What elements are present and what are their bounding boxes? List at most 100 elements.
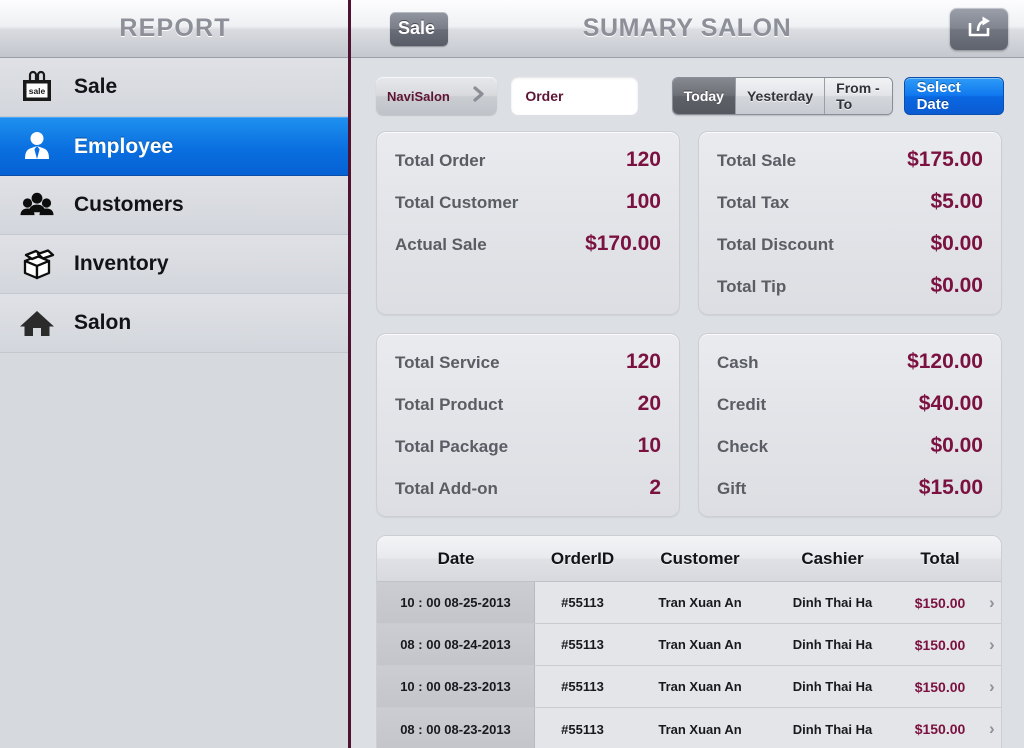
column-header-date: Date	[437, 548, 475, 568]
cell-cashier: Dinh Thai Ha	[792, 721, 873, 737]
summary-cards-area: Total Order 120 Total Customer 100 Actua…	[350, 120, 1024, 517]
stat-value: 120	[625, 350, 661, 373]
cell-orderid: #55113	[561, 595, 604, 610]
sale-summary-card: Total Sale $175.00 Total Tax $5.00 Total…	[698, 131, 1002, 315]
table-header: Date OrderID Customer Cashier Total	[377, 536, 1001, 582]
salon-select-label: NaviSalon	[387, 88, 450, 104]
table-row[interactable]: 10 : 00 08-25-2013 #55113 Tran Xuan An D…	[377, 582, 1001, 624]
stat-value: $0.00	[930, 434, 983, 457]
stat-value: 2	[649, 476, 661, 499]
cell-date: 10 : 00 08-23-2013	[377, 666, 535, 707]
back-button[interactable]: Sale	[390, 11, 449, 46]
orders-table: Date OrderID Customer Cashier Total 10 :…	[376, 535, 1002, 748]
stat-actual-sale: Actual Sale $170.00	[385, 232, 661, 256]
cards-row-bottom: Total Service 120 Total Product 20 Total…	[376, 333, 1002, 517]
payment-summary-card: Cash $120.00 Credit $40.00 Check $0.00 G…	[698, 333, 1002, 517]
stat-value: $175.00	[907, 148, 983, 171]
stat-label: Total Tax	[717, 193, 790, 212]
cell-total: $150.00	[914, 678, 966, 695]
stat-value: $0.00	[930, 274, 983, 297]
select-date-button[interactable]: Select Date	[903, 77, 1004, 115]
share-export-icon	[965, 12, 993, 45]
items-summary-card: Total Service 120 Total Product 20 Total…	[376, 333, 680, 517]
column-header-total: Total	[920, 548, 960, 568]
sidebar-header: REPORT	[0, 0, 350, 58]
stat-value: $15.00	[918, 476, 983, 499]
sidebar-item-label: Sale	[74, 75, 118, 98]
sidebar: REPORT sale Sale Employee Customers Inve…	[0, 0, 350, 748]
cell-total: $150.00	[914, 721, 966, 737]
cell-customer: Tran Xuan An	[658, 595, 742, 610]
table-row[interactable]: 10 : 00 08-23-2013 #55113 Tran Xuan An D…	[377, 666, 1001, 708]
cell-date: 08 : 00 08-24-2013	[377, 624, 535, 665]
cell-orderid: #55113	[561, 679, 604, 694]
order-field[interactable]	[511, 77, 638, 115]
table-row[interactable]: 08 : 00 08-24-2013 #55113 Tran Xuan An D…	[377, 624, 1001, 666]
chevron-right-icon	[472, 85, 486, 108]
chevron-right-icon: ›	[989, 634, 995, 654]
sidebar-item-inventory[interactable]: Inventory	[0, 235, 350, 294]
stat-value: $5.00	[930, 190, 983, 213]
range-yesterday-button[interactable]: Yesterday	[735, 78, 826, 114]
chevron-right-icon: ›	[989, 719, 995, 738]
cell-orderid: #55113	[561, 721, 604, 737]
stat-total-addon: Total Add-on 2	[385, 476, 661, 500]
sidebar-item-employee[interactable]: Employee	[0, 117, 350, 176]
stat-gift: Gift $15.00	[707, 476, 983, 500]
stat-value: $170.00	[585, 232, 661, 255]
stat-label: Cash	[717, 353, 759, 372]
sidebar-item-label: Customers	[74, 193, 184, 216]
stat-total-sale: Total Sale $175.00	[707, 148, 983, 172]
column-header-orderid: OrderID	[550, 548, 615, 568]
customers-icon	[14, 183, 60, 227]
stat-label: Total Add-on	[395, 479, 498, 498]
cell-cashier: Dinh Thai Ha	[792, 595, 873, 610]
order-input[interactable]	[525, 88, 624, 104]
panel-divider	[348, 0, 351, 748]
stat-credit: Credit $40.00	[707, 392, 983, 416]
range-from-to-button[interactable]: From - To	[825, 78, 892, 114]
stat-label: Total Tip	[717, 277, 787, 296]
cell-date: 08 : 00 08-23-2013	[377, 708, 535, 748]
share-button[interactable]	[950, 7, 1008, 50]
date-range-segmented-control[interactable]: Today Yesterday From - To	[671, 77, 893, 115]
sidebar-item-label: Employee	[74, 134, 174, 158]
main-header: Sale SUMARY SALON	[350, 0, 1024, 58]
cell-customer: Tran Xuan An	[658, 721, 742, 737]
salon-select[interactable]: NaviSalon	[376, 77, 498, 115]
stat-label: Total Order	[395, 151, 486, 170]
page-title: SUMARY SALON	[582, 14, 792, 42]
stat-label: Gift	[717, 479, 747, 498]
cell-customer: Tran Xuan An	[658, 637, 742, 652]
stat-label: Total Customer	[395, 193, 519, 212]
cell-customer: Tran Xuan An	[658, 679, 742, 694]
stat-label: Credit	[717, 395, 767, 414]
sidebar-item-salon[interactable]: Salon	[0, 294, 350, 353]
stat-label: Total Discount	[717, 235, 834, 254]
stat-check: Check $0.00	[707, 434, 983, 458]
range-today-button[interactable]: Today	[672, 78, 736, 114]
app-root: REPORT sale Sale Employee Customers Inve…	[0, 0, 1024, 748]
sidebar-item-label: Salon	[74, 311, 132, 334]
table-row[interactable]: 08 : 00 08-23-2013 #55113 Tran Xuan An D…	[377, 708, 1001, 748]
stat-value: 20	[637, 392, 661, 415]
stat-cash: Cash $120.00	[707, 350, 983, 374]
sidebar-item-sale[interactable]: sale Sale	[0, 58, 350, 117]
stat-value: $120.00	[907, 350, 983, 373]
chevron-right-icon: ›	[989, 676, 995, 696]
stat-total-discount: Total Discount $0.00	[707, 232, 983, 256]
cell-date: 10 : 00 08-25-2013	[377, 582, 535, 623]
filter-bar: NaviSalon Today Yesterday From - To Sele…	[350, 58, 1024, 120]
stat-label: Check	[717, 437, 769, 456]
stat-label: Total Sale	[717, 151, 797, 170]
stat-total-tax: Total Tax $5.00	[707, 190, 983, 214]
stat-total-package: Total Package 10	[385, 434, 661, 458]
sidebar-item-customers[interactable]: Customers	[0, 176, 350, 235]
stat-value: 120	[625, 148, 661, 171]
stat-total-order: Total Order 120	[385, 148, 661, 172]
stat-label: Total Product	[395, 395, 504, 414]
stat-total-service: Total Service 120	[385, 350, 661, 374]
stat-total-product: Total Product 20	[385, 392, 661, 416]
column-header-cashier: Cashier	[801, 548, 864, 568]
stat-label: Total Package	[395, 437, 509, 456]
